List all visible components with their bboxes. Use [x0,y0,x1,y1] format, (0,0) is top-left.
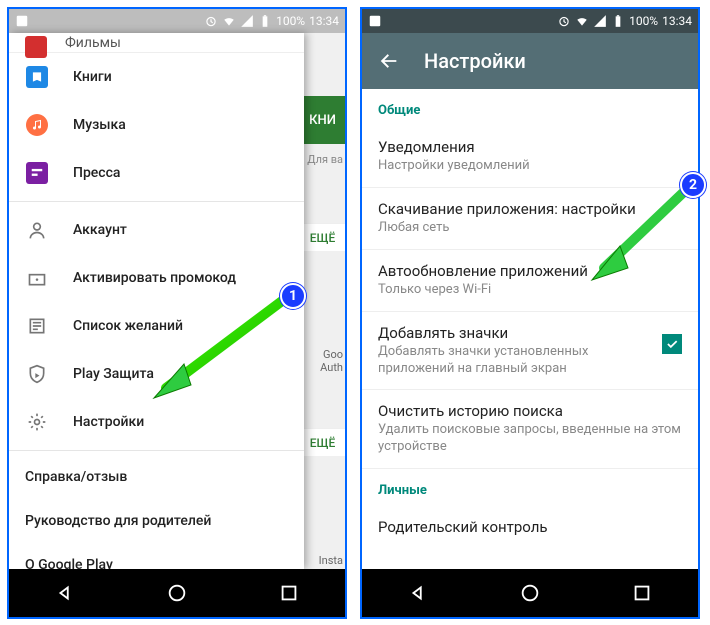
phone-right: 100% 13:34 Настройки Общие Уведомления Н… [360,7,700,619]
nav-home-icon[interactable] [166,582,188,604]
setting-sub: Добавлять значки установленных приложени… [378,344,650,378]
shield-icon [25,362,49,386]
setting-add-icons[interactable]: Добавлять значки Добавлять значки устано… [362,312,698,390]
books-icon [26,66,48,88]
drawer-label: Play Защита [73,366,154,382]
drawer-label: Книги [73,69,112,85]
nav-back-icon[interactable] [407,582,429,604]
bg-for-you: Для ва [307,153,343,166]
setting-sub: Любая сеть [378,220,682,237]
setting-notifications[interactable]: Уведомления Настройки уведомлений [362,126,698,187]
annotation-badge-1: 1 [280,283,306,309]
bg-tab-books: КНИ [300,96,345,144]
alarm-icon [204,14,218,28]
checkbox-checked-icon[interactable] [662,334,682,354]
drawer-label: Настройки [73,414,144,430]
films-icon [25,36,47,58]
battery-text: 100% [629,14,658,28]
setting-sub: Настройки уведомлений [378,158,682,175]
drawer-item-account[interactable]: Аккаунт [9,206,304,254]
setting-clear-history[interactable]: Очистить историю поиска Удалить поисковы… [362,390,698,468]
setting-title: Добавлять значки [378,324,650,342]
gallery-icon [15,14,29,28]
bg-auth: Auth [320,361,343,374]
drawer-item-about[interactable]: О Google Play [9,543,304,569]
drawer-item-promo[interactable]: Активировать промокод [9,254,304,302]
nav-back-icon[interactable] [54,582,76,604]
drawer-item-books[interactable]: Книги [9,53,304,101]
bg-insta: Insta [319,554,343,567]
account-icon [25,218,49,242]
setting-download[interactable]: Скачивание приложения: настройки Любая с… [362,188,698,249]
gallery-icon [368,14,382,28]
section-general: Общие [362,89,698,126]
wishlist-icon [25,314,49,338]
setting-title: Родительский контроль [378,518,682,536]
time-text: 13:34 [309,14,339,28]
drawer-item-press[interactable]: Пресса [9,149,304,197]
navbar-left [9,569,345,617]
gear-icon [25,410,49,434]
signal-icon [240,14,254,28]
wifi-icon [222,14,236,28]
appbar: Настройки [362,33,698,89]
bg-more-1: ЕЩЁ [300,223,345,251]
promo-icon [25,266,49,290]
drawer-label: Аккаунт [73,222,127,238]
drawer-label: Активировать промокод [73,270,236,286]
phone-left: 100% 13:34 КНИ Для ва ЕЩЁ Goo Auth ЕЩЁ I… [7,7,347,619]
setting-autoupdate[interactable]: Автообновление приложений Только через W… [362,250,698,311]
drawer-item-films[interactable]: Фильмы [9,33,304,53]
nav-home-icon[interactable] [519,582,541,604]
settings-list[interactable]: Общие Уведомления Настройки уведомлений … [362,89,698,569]
drawer-label: Фильмы [65,35,121,51]
battery-icon [258,14,272,28]
divider [9,450,304,451]
drawer-item-settings[interactable]: Настройки [9,398,304,446]
annotation-badge-2: 2 [680,172,706,198]
bg-goo: Goo [323,348,343,361]
setting-title: Очистить историю поиска [378,402,682,420]
setting-title: Уведомления [378,138,682,156]
battery-icon [611,14,625,28]
nav-recent-icon[interactable] [631,582,653,604]
setting-sub: Только через Wi-Fi [378,282,682,299]
statusbar-left: 100% 13:34 [9,9,345,33]
navbar-right [362,569,698,617]
navigation-drawer: Фильмы Книги Музыка Пресса Аккаунт Актив… [9,33,304,569]
battery-text: 100% [276,14,305,28]
setting-sub: Удалить поисковые запросы, введенные на … [378,422,682,456]
drawer-item-help[interactable]: Справка/отзыв [9,455,304,499]
back-arrow-icon[interactable] [378,50,400,72]
drawer-item-parents[interactable]: Руководство для родителей [9,499,304,543]
bg-more-2: ЕЩЁ [300,428,345,456]
drawer-item-protect[interactable]: Play Защита [9,350,304,398]
setting-title: Автообновление приложений [378,262,682,280]
appbar-title: Настройки [424,49,526,73]
drawer-label: Пресса [73,165,120,181]
divider [9,201,304,202]
time-text: 13:34 [662,14,692,28]
drawer-label: Музыка [73,117,126,133]
drawer-label: Список желаний [73,318,183,334]
press-icon [26,162,48,184]
nav-recent-icon[interactable] [278,582,300,604]
drawer-item-wishlist[interactable]: Список желаний [9,302,304,350]
signal-icon [593,14,607,28]
setting-parental[interactable]: Родительский контроль [362,506,698,548]
alarm-icon [557,14,571,28]
drawer-item-music[interactable]: Музыка [9,101,304,149]
statusbar-right: 100% 13:34 [362,9,698,33]
section-personal: Личные [362,469,698,506]
music-icon [26,114,48,136]
wifi-icon [575,14,589,28]
setting-title: Скачивание приложения: настройки [378,200,682,218]
